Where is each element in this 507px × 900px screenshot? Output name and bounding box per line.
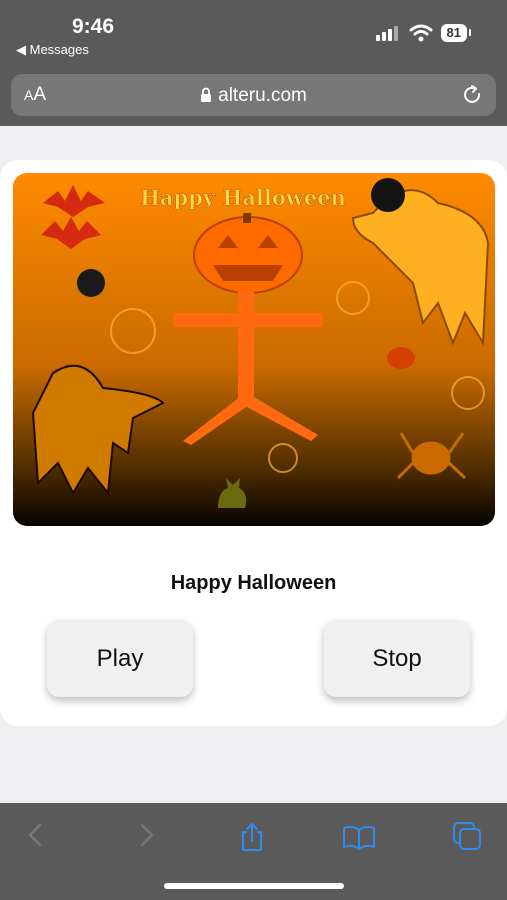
- back-icon[interactable]: [24, 821, 48, 849]
- stop-button[interactable]: Stop: [324, 620, 470, 697]
- status-time: 9:46: [72, 15, 115, 38]
- share-icon[interactable]: [238, 821, 266, 853]
- creature-icon: [371, 178, 405, 212]
- battery-indicator: 81: [440, 24, 472, 42]
- web-content: Happy Halloween Happy Halloween Play Sto…: [0, 126, 507, 803]
- address-bar[interactable]: AA alteru.com: [11, 74, 496, 116]
- cellular-signal-icon: [375, 26, 398, 41]
- browser-toolbar: [0, 803, 507, 900]
- browser-address-area: AA alteru.com: [0, 66, 507, 126]
- home-indicator: [164, 883, 344, 889]
- wifi-icon: [409, 24, 433, 42]
- halloween-poster-image: Happy Halloween: [13, 173, 495, 526]
- poster-heading-text: Happy Halloween: [140, 185, 346, 210]
- forward-icon[interactable]: [134, 821, 158, 849]
- poster-illustration: Happy Halloween: [13, 173, 495, 526]
- url-text: alteru.com: [218, 85, 307, 106]
- url-display: alteru.com: [11, 85, 496, 107]
- cauldron-icon: [387, 347, 415, 369]
- creature-icon: [77, 269, 105, 297]
- status-icons: 81: [375, 24, 472, 42]
- reload-icon[interactable]: [460, 83, 484, 107]
- player-card: Happy Halloween Happy Halloween Play Sto…: [0, 160, 507, 726]
- status-bar: 9:46 ◀ Messages 81: [0, 0, 507, 66]
- page-title: Happy Halloween: [170, 572, 337, 594]
- play-button[interactable]: Play: [47, 620, 193, 697]
- bookmarks-icon[interactable]: [342, 825, 376, 851]
- lock-icon: [201, 87, 212, 102]
- tabs-icon[interactable]: [452, 821, 482, 851]
- back-to-messages-link[interactable]: ◀ Messages: [16, 42, 89, 58]
